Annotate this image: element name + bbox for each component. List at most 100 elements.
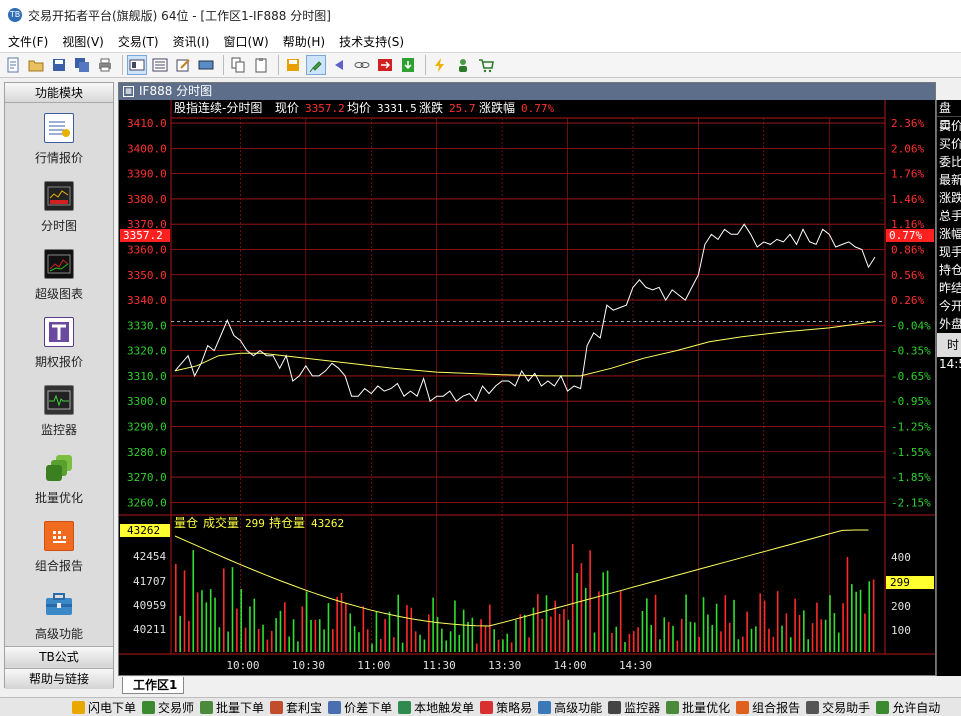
quick-launch-bar: 闪电下单 交易师 批量下单 套利宝 价差下单 本地触发单 策略易 高级功能 监控器 批量优化 组合报…	[0, 697, 961, 716]
download-green-icon[interactable]	[398, 55, 418, 75]
menu-info[interactable]: 资讯(I)	[173, 33, 210, 50]
volume-bar	[445, 640, 448, 652]
task-label: 闪电下单	[88, 700, 137, 715]
menu-trade[interactable]: 交易(T)	[118, 33, 159, 50]
volume-bar	[741, 636, 744, 652]
save-icon[interactable]	[49, 55, 69, 75]
volume-bar	[419, 634, 421, 652]
quote-list-icon[interactable]	[150, 55, 170, 75]
price-tick-label: 3300.0	[127, 395, 167, 408]
volume-bar	[471, 617, 474, 652]
volume-bar	[475, 643, 478, 652]
sidebar-item-options[interactable]: 期权报价	[5, 307, 113, 375]
task-batch-order[interactable]: 批量下单	[200, 699, 264, 716]
volume-bar	[366, 629, 369, 652]
sidebar-tb-formula[interactable]: TB公式	[5, 646, 113, 667]
link-icon[interactable]	[352, 55, 372, 75]
volume-bar	[772, 636, 775, 652]
task-auto[interactable]: 允许自动	[876, 699, 940, 716]
volume-bar	[763, 600, 766, 652]
cart-icon[interactable]	[476, 55, 496, 75]
sidebar-item-batch-optimize[interactable]: 批量优化	[5, 443, 113, 511]
volume-bar	[571, 544, 574, 652]
task-spread-order[interactable]: 价差下单	[328, 699, 392, 716]
paste-icon[interactable]	[251, 55, 271, 75]
copy-icon[interactable]	[228, 55, 248, 75]
edit-icon[interactable]	[173, 55, 193, 75]
print-icon[interactable]	[95, 55, 115, 75]
assistant-icon	[806, 700, 820, 714]
task-portfolio[interactable]: 组合报告	[736, 699, 800, 716]
open-folder-icon[interactable]	[26, 55, 46, 75]
save-all-icon[interactable]	[72, 55, 92, 75]
monitor-window-icon[interactable]	[196, 55, 216, 75]
sidebar-item-intraday[interactable]: 分时图	[5, 171, 113, 239]
time-tick-label: 10:30	[292, 659, 325, 672]
sidebar-item-quotes[interactable]: 行情报价	[5, 103, 113, 171]
task-arbitrage[interactable]: 套利宝	[270, 699, 322, 716]
export-red-icon[interactable]	[375, 55, 395, 75]
time-header: 时	[937, 333, 961, 357]
task-assistant[interactable]: 交易助手	[806, 699, 870, 716]
disk-icon[interactable]	[283, 55, 303, 75]
sidebar-item-advanced[interactable]: 高级功能	[5, 579, 113, 647]
pct-tick-label: 1.46%	[891, 193, 924, 206]
trader-person-icon[interactable]	[453, 55, 473, 75]
volume-bar	[689, 621, 692, 652]
menu-view[interactable]: 视图(V)	[62, 33, 104, 50]
workspace-tab-1[interactable]: 工作区1	[122, 677, 185, 694]
price-tick-label: 3320.0	[127, 345, 167, 358]
task-trader[interactable]: 交易师	[142, 699, 194, 716]
volume-bar	[676, 640, 679, 652]
volume-bar	[414, 631, 417, 652]
task-label: 组合报告	[752, 700, 801, 715]
volume-bar	[519, 614, 522, 652]
time-tick-label: 11:00	[357, 659, 390, 672]
volume-bar	[188, 620, 190, 652]
task-batch-optimize[interactable]: 批量优化	[666, 699, 730, 716]
menu-help[interactable]: 帮助(H)	[283, 33, 325, 50]
sidebar-item-label: 监控器	[40, 423, 77, 437]
task-strategy[interactable]: 策略易	[480, 699, 532, 716]
volume-bar	[214, 597, 216, 652]
avg-label: 均价	[347, 101, 371, 115]
sidebar-item-super-chart[interactable]: 超级图表	[5, 239, 113, 307]
oi-value: 43262	[311, 517, 344, 530]
layout-icon[interactable]	[127, 55, 147, 75]
option-quote-icon	[44, 317, 74, 347]
menu-window[interactable]: 窗口(W)	[223, 33, 268, 50]
pin-icon[interactable]	[306, 55, 326, 75]
super-chart-icon	[44, 249, 74, 279]
new-file-icon[interactable]	[3, 55, 23, 75]
task-lightning[interactable]: 闪电下单	[72, 699, 136, 716]
pct-tick-label: -0.04%	[891, 319, 931, 332]
intraday-chart[interactable]: 3410.0 2.36% 3400.0 2.06% 3390.0 1.76% 3380.0 1…	[119, 100, 935, 675]
volume-bar	[598, 591, 600, 652]
volume-bar	[240, 589, 243, 652]
arrow-left-icon[interactable]	[329, 55, 349, 75]
sidebar-item-monitor[interactable]: 监控器	[5, 375, 113, 443]
task-advanced[interactable]: 高级功能	[538, 699, 602, 716]
task-label: 交易助手	[822, 700, 871, 715]
task-monitor[interactable]: 监控器	[608, 699, 660, 716]
lightning-icon[interactable]	[430, 55, 450, 75]
depth-row-outer: 外盘	[939, 317, 961, 331]
sidebar-help-links[interactable]: 帮助与链接	[5, 668, 113, 689]
volume-bar	[441, 628, 443, 652]
depth-row-current-volume: 现手	[939, 245, 961, 259]
function-module-sidebar: 功能模块 行情报价 分时图 超级图表 期权报价 监控器 批量优化 组合报告 高级…	[4, 82, 114, 689]
task-label: 本地触发单	[414, 700, 475, 715]
menu-file[interactable]: 文件(F)	[8, 33, 48, 50]
app-logo-icon: TB	[8, 8, 22, 22]
volume-bar	[201, 590, 203, 652]
window-title: 交易开拓者平台(旗舰版) 64位 - [工作区1-IF888 分时图]	[28, 8, 331, 23]
volume-bar	[192, 550, 195, 652]
price-tick-label: 3380.0	[127, 193, 167, 206]
depth-panel-header: 盘口	[937, 100, 961, 132]
volume-bar	[550, 616, 552, 652]
volume-bar	[397, 594, 400, 652]
menu-support[interactable]: 技术支持(S)	[339, 33, 404, 50]
sidebar-item-portfolio-report[interactable]: 组合报告	[5, 511, 113, 579]
task-local-trigger[interactable]: 本地触发单	[398, 699, 474, 716]
volume-bar	[628, 633, 631, 652]
